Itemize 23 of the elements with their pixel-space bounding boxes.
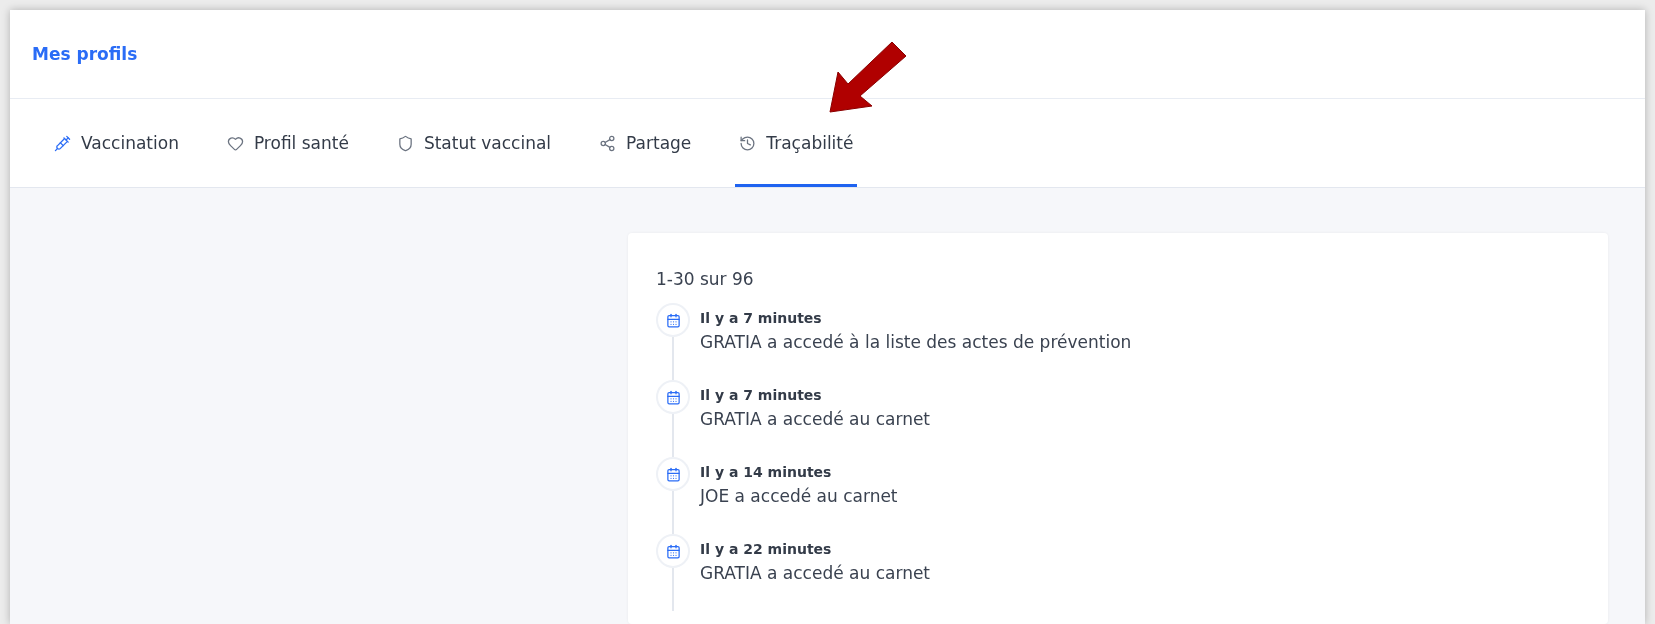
tab[interactable]: Partage: [595, 99, 696, 187]
calendar-icon: [665, 312, 681, 328]
calendar-icon: [665, 389, 681, 405]
entry-text: GRATIA a accedé au carnet: [700, 409, 931, 429]
shield-icon: [396, 134, 414, 152]
entry-time: Il y a 7 minutes: [700, 310, 823, 326]
tab[interactable]: Statut vaccinal: [392, 99, 556, 187]
entry-time: Il y a 22 minutes: [700, 541, 833, 557]
page-title: Mes profils: [32, 44, 138, 64]
history-icon: [739, 134, 757, 152]
tab[interactable]: Profil santé: [222, 99, 353, 187]
calendar-icon: [665, 543, 681, 559]
entry-time: Il y a 7 minutes: [700, 387, 823, 403]
heart-icon: [226, 134, 244, 152]
share-icon: [599, 134, 617, 152]
entry-text: GRATIA a accedé à la liste des actes de prévention: [700, 332, 1132, 352]
entry-text: GRATIA a accedé au carnet: [700, 563, 931, 583]
syringe-icon: [54, 134, 71, 152]
calendar-icon: [665, 466, 681, 482]
tab[interactable]: Vaccination: [50, 99, 183, 187]
entry-time: Il y a 14 minutes: [700, 464, 833, 480]
range-text: 1-30 sur 96: [656, 269, 755, 289]
entry-text: JOE a accedé au carnet: [700, 486, 898, 506]
